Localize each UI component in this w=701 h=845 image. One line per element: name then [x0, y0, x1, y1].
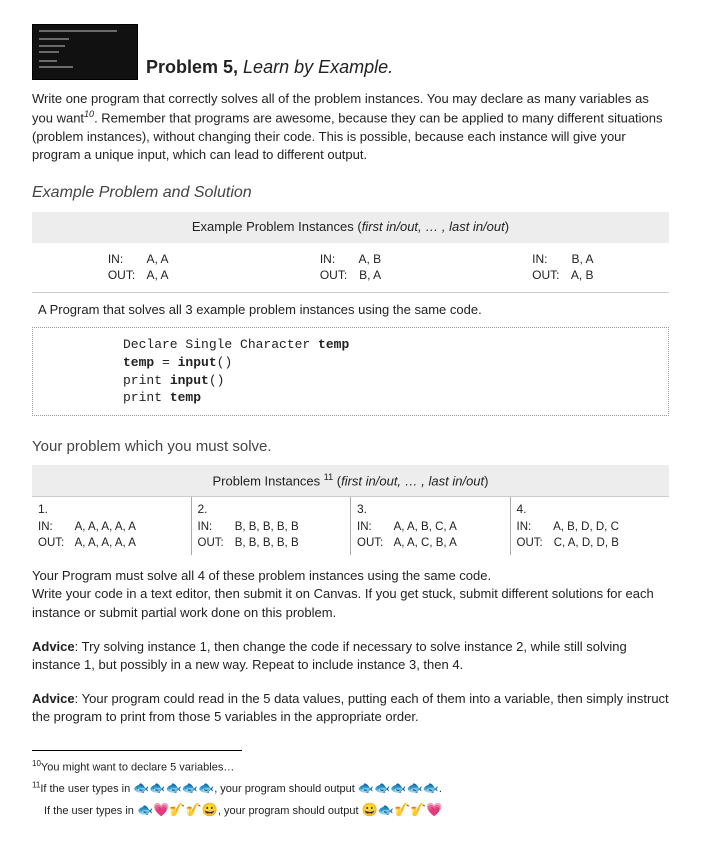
- your-problem-heading: Your problem which you must solve.: [32, 436, 669, 457]
- out-label: OUT:: [532, 267, 568, 284]
- pi-2-in: B, B, B, B, B: [235, 521, 299, 533]
- pi-3-out: A, A, C, B, A: [394, 537, 457, 549]
- out-label: OUT:: [108, 267, 144, 284]
- example-io-row: IN: A, A OUT: A, A IN: A, B OUT: B, A IN…: [32, 243, 669, 294]
- page-title: Problem 5, Learn by Example.: [146, 55, 393, 80]
- code-l2b: =: [154, 355, 177, 370]
- code-l2d: (): [217, 355, 233, 370]
- pi-1-out: A, A, A, A, A: [75, 537, 136, 549]
- terminal-thumbnail: [32, 24, 138, 80]
- in-label: IN:: [532, 251, 568, 268]
- pi-header-prefix: Problem Instances: [213, 473, 324, 488]
- pi-header-ital: first in/out, … , last in/out: [341, 473, 484, 488]
- footnote-11b-pre: If the user types in: [44, 805, 137, 817]
- example-header-prefix: Example Problem Instances (: [192, 219, 362, 234]
- code-l4a: print: [123, 390, 170, 405]
- in-label: IN:: [517, 519, 551, 535]
- footnote-10-text: You might want to declare 5 variables…: [41, 762, 234, 774]
- example-code: Declare Single Character temp temp = inp…: [32, 327, 669, 415]
- example-instances-header: Example Problem Instances (first in/out,…: [32, 212, 669, 242]
- example-section-heading: Example Problem and Solution: [32, 182, 669, 204]
- pi-3-num: 3.: [357, 501, 504, 518]
- problem-io-3: 3. IN: A, A, B, C, A OUT: A, A, C, B, A: [350, 497, 510, 555]
- footnote-separator: [32, 750, 242, 751]
- pi-2-num: 2.: [198, 501, 345, 518]
- code-l2c: input: [178, 355, 217, 370]
- title-subtitle: Learn by Example.: [243, 57, 393, 77]
- footnote-11a-emoji-in: 🐟🐟🐟🐟🐟: [133, 780, 214, 795]
- code-l1a: Declare Single Character: [123, 337, 318, 352]
- pi-3-in: A, A, B, C, A: [394, 521, 457, 533]
- title-row: Problem 5, Learn by Example.: [32, 24, 669, 80]
- must-solve-paragraph: Your Program must solve all 4 of these p…: [32, 567, 669, 622]
- in-label: IN:: [320, 251, 356, 268]
- out-label: OUT:: [517, 535, 551, 551]
- advice-1-text: : Try solving instance 1, then change th…: [32, 639, 627, 672]
- footnote-ref-11: 11: [324, 472, 333, 482]
- program-note: A Program that solves all 3 example prob…: [32, 293, 669, 327]
- out-label: OUT:: [357, 535, 391, 551]
- intro-paragraph: Write one program that correctly solves …: [32, 90, 669, 164]
- out-label: OUT:: [320, 267, 356, 284]
- example-1-in: A, A: [146, 252, 168, 266]
- example-io-3: IN: B, A OUT: A, B: [457, 251, 669, 285]
- example-1-out: A, A: [146, 268, 168, 282]
- footnote-ref-10: 10: [84, 109, 94, 119]
- pi-1-num: 1.: [38, 501, 185, 518]
- problem-instances-header: Problem Instances 11 (first in/out, … , …: [32, 465, 669, 497]
- code-l1b: temp: [318, 337, 349, 352]
- footnote-11b-mid: , your program should output: [218, 805, 362, 817]
- out-label: OUT:: [38, 535, 72, 551]
- example-2-in: A, B: [358, 252, 381, 266]
- footnote-11a: 11If the user types in 🐟🐟🐟🐟🐟, your progr…: [32, 778, 669, 798]
- example-io-1: IN: A, A OUT: A, A: [32, 251, 244, 285]
- code-l3a: print: [123, 373, 170, 388]
- footnote-10-sup: 10: [32, 759, 41, 768]
- out-label: OUT:: [198, 535, 232, 551]
- in-label: IN:: [357, 519, 391, 535]
- problem-io-4: 4. IN: A, B, D, D, C OUT: C, A, D, D, B: [510, 497, 670, 555]
- pi-4-out: C, A, D, D, B: [554, 537, 619, 549]
- problem-io-2: 2. IN: B, B, B, B, B OUT: B, B, B, B, B: [191, 497, 351, 555]
- example-3-in: B, A: [571, 252, 593, 266]
- footnote-11b-emoji-in: 🐟💗🎷🎷😀: [137, 802, 218, 817]
- code-l2a: temp: [123, 355, 154, 370]
- footnote-11b-emoji-out: 😀🐟🎷🎷💗: [362, 802, 443, 817]
- footnote-10: 10You might want to declare 5 variables…: [32, 758, 669, 776]
- advice-2-label: Advice: [32, 691, 75, 706]
- pi-4-in: A, B, D, D, C: [553, 521, 619, 533]
- pi-header-mid: (: [333, 473, 341, 488]
- in-label: IN:: [108, 251, 144, 268]
- example-io-2: IN: A, B OUT: B, A: [244, 251, 456, 285]
- footnote-11a-mid: , your program should output: [214, 783, 358, 795]
- problem-io-1: 1. IN: A, A, A, A, A OUT: A, A, A, A, A: [32, 497, 191, 555]
- advice-1: Advice: Try solving instance 1, then cha…: [32, 638, 669, 674]
- pi-header-suffix: ): [484, 473, 488, 488]
- pi-2-out: B, B, B, B, B: [235, 537, 299, 549]
- in-label: IN:: [38, 519, 72, 535]
- advice-1-label: Advice: [32, 639, 75, 654]
- title-main: Problem 5: [146, 57, 233, 77]
- advice-2-text: : Your program could read in the 5 data …: [32, 691, 669, 724]
- intro-part2: . Remember that programs are awesome, be…: [32, 111, 663, 162]
- pi-1-in: A, A, A, A, A: [75, 521, 136, 533]
- footnote-11b: If the user types in 🐟💗🎷🎷😀, your program…: [32, 800, 669, 820]
- example-header-suffix: ): [505, 219, 509, 234]
- footnote-11a-emoji-out: 🐟🐟🐟🐟🐟: [358, 780, 439, 795]
- in-label: IN:: [198, 519, 232, 535]
- code-l4b: temp: [170, 390, 201, 405]
- advice-2: Advice: Your program could read in the 5…: [32, 690, 669, 726]
- footnote-11a-pre: If the user types in: [40, 783, 133, 795]
- example-3-out: A, B: [571, 268, 594, 282]
- example-header-ital: first in/out, … , last in/out: [362, 219, 505, 234]
- footnote-11a-post: .: [439, 783, 442, 795]
- code-l3b: input: [170, 373, 209, 388]
- problem-io-row: 1. IN: A, A, A, A, A OUT: A, A, A, A, A …: [32, 496, 669, 555]
- example-2-out: B, A: [359, 268, 381, 282]
- code-l3c: (): [209, 373, 225, 388]
- pi-4-num: 4.: [517, 501, 664, 518]
